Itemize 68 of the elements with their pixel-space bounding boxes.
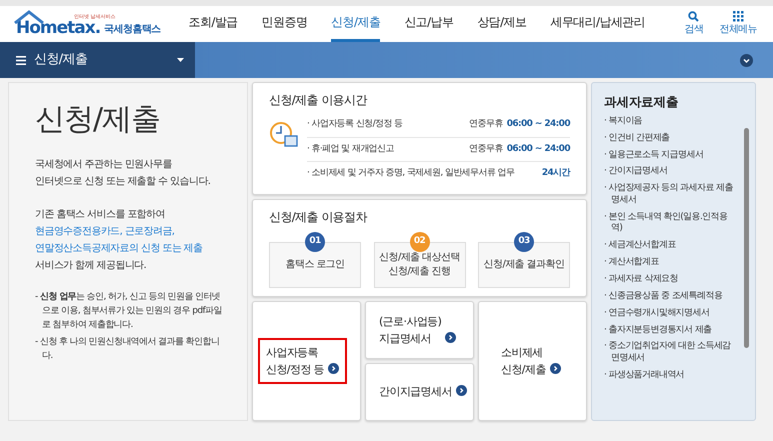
note-text: - 신청 업무는 승인, 허가, 신고 등의 민원을 인터넷으로 이용, 첨부서류가 있는 민원의 경우 pdf파일로 첨부하여 제출합니다. <box>35 291 223 332</box>
row-label: · 소비제세 및 거주자 증명, 국제세원, 일반세무서류 업무 <box>307 167 514 180</box>
nav-tab[interactable]: 조회/발급 <box>188 5 238 42</box>
intro-text: 기존 홈택스 서비스를 포함하여 <box>35 208 166 222</box>
row-note: 연중무휴 <box>469 142 503 156</box>
arrow-right-icon <box>328 362 340 374</box>
logo-subtitle: 국세청홈택스 <box>104 22 161 36</box>
nav-tab[interactable]: 신고/납부 <box>404 5 454 42</box>
intro-text: 국세청에서 주관하는 민원사무를 <box>35 158 173 172</box>
list-link[interactable]: · 세금계산서합계표 <box>604 240 747 252</box>
search-icon[interactable] <box>688 11 700 22</box>
chevron-down-icon[interactable] <box>740 54 753 66</box>
menu-icon[interactable] <box>16 56 26 64</box>
list-link[interactable]: · 본인 소득내역 확인(일용.인적용역) <box>604 212 747 235</box>
clock-calendar-icon <box>269 121 299 149</box>
row-label: · 휴·폐업 및 재개업신고 <box>307 142 394 156</box>
nav-tab[interactable]: 세무대리/납세관리 <box>550 5 646 42</box>
caret-icon[interactable] <box>177 58 184 62</box>
nav-tab[interactable]: 민원증명 <box>262 5 308 42</box>
list-link[interactable]: · 연금수령개시및해지명세서 <box>604 308 747 320</box>
row-time: 24시간 <box>542 167 570 180</box>
grid-menu-icon[interactable] <box>732 11 744 22</box>
tile-button[interactable]: 간이지급명세서 <box>365 362 474 420</box>
step-number: 03 <box>514 232 534 252</box>
search-button[interactable]: 검색 <box>684 22 704 37</box>
list-link[interactable]: · 사업장제공자 등의 과세자료 제출명세서 <box>604 183 747 206</box>
logo-name[interactable]: Hometax. <box>16 20 100 36</box>
section-title[interactable]: 신청/제출 <box>34 50 88 70</box>
all-menu-button[interactable]: 전체메뉴 <box>719 22 757 37</box>
tile-label: (근로·사업등) 지급명세서 <box>379 314 442 346</box>
arrow-right-icon <box>456 385 467 396</box>
list-link[interactable]: · 일용근로소득 지급명세서 <box>604 150 747 162</box>
list-link[interactable]: · 인건비 간편제출 <box>604 132 747 144</box>
step-number: 02 <box>410 232 430 252</box>
list-link[interactable]: · 중소기업취업자에 대한 소득세감면명세서 <box>604 341 747 364</box>
nav-tab[interactable]: 상담/제보 <box>477 5 526 42</box>
arrow-right-icon <box>550 362 561 374</box>
arrow-right-icon <box>445 332 456 342</box>
tile-button[interactable]: 사업자등록 신청/정정 등 <box>252 300 361 420</box>
tile-label: 소비제세 신청/제출 <box>501 344 546 378</box>
row-time: 06:00 ~ 24:00 <box>506 142 570 156</box>
highlight-text: 현금영수증전용카드, 근로장려금, <box>35 225 176 239</box>
scrollbar[interactable] <box>744 128 749 348</box>
intro-text: 인터넷으로 신청 또는 제출할 수 있습니다. <box>35 175 212 189</box>
list-link[interactable]: · 복지이음 <box>604 116 747 128</box>
section-heading: 신청/제출 이용시간 <box>269 92 368 109</box>
tile-button[interactable]: (근로·사업등) 지급명세서 <box>365 300 474 358</box>
note-text: - 신청 후 나의 민원신청내역에서 결과를 확인합니다. <box>35 336 220 363</box>
row-note: 연중무휴 <box>469 118 503 131</box>
list-link[interactable]: · 출자지분등변경통지서 제출 <box>604 324 747 336</box>
row-label: · 사업자등록 신청/정정 등 <box>307 118 402 131</box>
list-link[interactable]: · 간이지급명세서 <box>604 166 747 178</box>
panel-title: 과세자료제출 <box>604 93 680 111</box>
row-time: 06:00 ~ 24:00 <box>506 118 570 131</box>
step-number: 01 <box>305 232 325 252</box>
step-box: 신청/제출 대상선택 신청/제출 진행 <box>374 242 466 288</box>
tile-button[interactable]: 소비제세 신청/제출 <box>478 300 587 420</box>
step-box: 홈택스 로그인 <box>269 242 361 288</box>
intro-text: 서비스가 함께 제공됩니다. <box>35 259 148 273</box>
list-link[interactable]: · 계산서합계표 <box>604 256 747 268</box>
section-heading: 신청/제출 이용절차 <box>269 208 368 226</box>
tile-label: 간이지급명세서 <box>379 384 452 400</box>
tile-label: 사업자등록 신청/정정 등 <box>266 344 324 378</box>
list-link[interactable]: · 과세자료 삭제요청 <box>604 274 747 286</box>
list-link[interactable]: · 신종금융상품 중 조세특례적용 <box>604 290 747 302</box>
page-title: 신청/제출 <box>35 101 162 139</box>
highlight-text: 연말정산소득공제자료의 신청 또는 제출 <box>35 242 204 256</box>
list-link[interactable]: · 파생상품거래내역서 <box>604 370 747 382</box>
